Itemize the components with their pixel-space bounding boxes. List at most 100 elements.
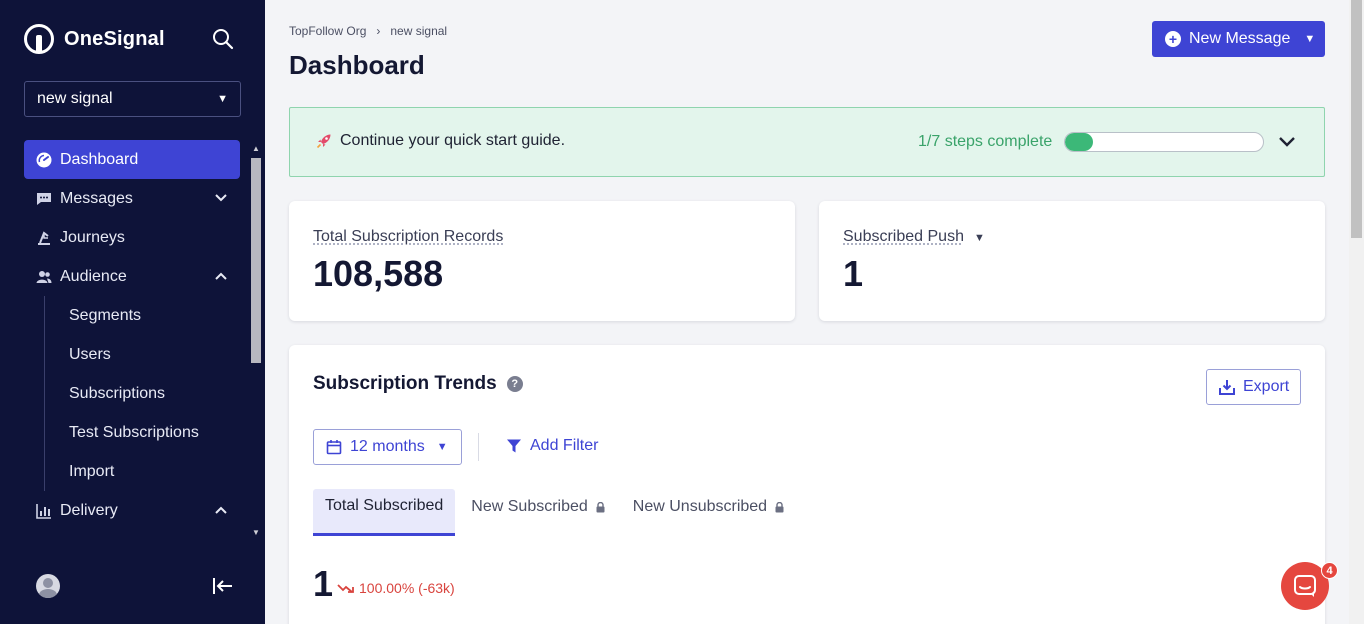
caret-down-icon: ▼	[217, 93, 228, 105]
subscription-trends-title: Subscription Trends	[313, 373, 497, 395]
breadcrumb-org[interactable]: TopFollow Org	[289, 24, 366, 38]
quick-start-label: Continue your quick start guide.	[340, 132, 565, 150]
sidebar-item-label: Subscriptions	[69, 385, 165, 403]
sidebar-item-journeys[interactable]: Journeys	[24, 218, 240, 257]
tab-label: New Unsubscribed	[633, 498, 767, 516]
onesignal-logo[interactable]: OneSignal	[24, 24, 165, 54]
caret-down-icon: ▼	[974, 232, 985, 244]
trend-delta-text: 100.00% (-63k)	[359, 580, 455, 596]
total-subscription-records-value: 108,588	[313, 253, 443, 295]
page-scrollbar[interactable]	[1349, 0, 1364, 624]
total-subscription-records-label[interactable]: Total Subscription Records	[313, 228, 503, 246]
quick-start-banner[interactable]: Continue your quick start guide. 1/7 ste…	[289, 107, 1325, 177]
notification-badge: 4	[1321, 562, 1338, 579]
new-message-label: New Message	[1189, 30, 1290, 48]
caret-down-icon: ▼	[1304, 33, 1315, 45]
sidebar-item-audience[interactable]: Audience	[24, 257, 240, 296]
rocket-icon	[316, 133, 332, 149]
journeys-icon	[36, 230, 52, 246]
add-filter-label: Add Filter	[530, 437, 598, 455]
lock-icon	[775, 502, 784, 513]
subscription-trends-card: Subscription Trends ? Export 12 months ▼…	[289, 345, 1325, 624]
delivery-icon	[36, 503, 52, 519]
sidebar-scrollbar-thumb[interactable]	[251, 158, 261, 363]
scroll-down-arrow-icon[interactable]: ▼	[252, 528, 260, 537]
sidebar-item-delivery[interactable]: Delivery	[24, 491, 240, 530]
scroll-up-arrow-icon[interactable]: ▲	[252, 144, 260, 153]
export-label: Export	[1243, 378, 1289, 396]
date-range-select[interactable]: 12 months ▼	[313, 429, 462, 465]
subscribed-push-label: Subscribed Push	[843, 228, 964, 245]
messages-icon	[36, 191, 52, 207]
sidebar-item-label: Segments	[69, 307, 141, 325]
sidebar: OneSignal new signal ▼ Dashboard Message…	[0, 0, 265, 624]
quick-start-progress-fill	[1065, 133, 1093, 151]
sidebar-item-label: Import	[69, 463, 114, 481]
chat-icon	[1293, 574, 1317, 598]
audience-icon	[36, 269, 52, 285]
sidebar-scrollbar[interactable]: ▲ ▼	[249, 150, 263, 540]
lock-icon	[596, 502, 605, 513]
sidebar-item-users[interactable]: Users	[45, 335, 240, 374]
sidebar-item-label: Dashboard	[60, 151, 138, 169]
quick-start-progress-bar	[1064, 132, 1264, 152]
sidebar-nav: Dashboard Messages Journeys Audience Seg…	[24, 140, 240, 530]
sidebar-item-dashboard[interactable]: Dashboard	[24, 140, 240, 179]
tab-new-subscribed[interactable]: New Subscribed	[459, 489, 617, 525]
help-icon[interactable]: ?	[507, 376, 523, 392]
sidebar-item-test-subscriptions[interactable]: Test Subscriptions	[45, 413, 240, 452]
sidebar-item-label: Audience	[60, 268, 127, 286]
trend-value: 1	[313, 563, 333, 605]
sidebar-item-label: Users	[69, 346, 111, 364]
export-button[interactable]: Export	[1206, 369, 1301, 405]
sidebar-item-label: Messages	[60, 190, 133, 208]
breadcrumb: TopFollow Org › new signal	[289, 24, 447, 38]
download-icon	[1219, 379, 1235, 395]
trend-delta: 100.00% (-63k)	[337, 580, 455, 596]
quick-start-text: Continue your quick start guide.	[316, 132, 565, 150]
trend-down-icon	[337, 582, 355, 594]
plus-circle-icon: +	[1165, 31, 1181, 47]
sidebar-item-subscriptions[interactable]: Subscriptions	[45, 374, 240, 413]
page-title: Dashboard	[289, 50, 425, 81]
add-filter-button[interactable]: Add Filter	[506, 437, 598, 455]
avatar[interactable]	[36, 574, 60, 598]
app-selector[interactable]: new signal ▼	[24, 81, 241, 117]
subscribed-push-selector[interactable]: Subscribed Push ▼	[843, 228, 985, 246]
quick-start-steps: 1/7 steps complete	[918, 133, 1052, 151]
sidebar-item-label: Test Subscriptions	[69, 424, 199, 442]
divider	[478, 433, 479, 461]
collapse-sidebar-icon[interactable]	[212, 576, 234, 596]
search-icon[interactable]	[212, 28, 234, 50]
page-scrollbar-thumb[interactable]	[1351, 0, 1362, 238]
breadcrumb-app[interactable]: new signal	[390, 24, 447, 38]
tab-label: Total Subscribed	[325, 497, 443, 515]
breadcrumb-separator-icon: ›	[376, 24, 380, 38]
sidebar-item-import[interactable]: Import	[45, 452, 240, 491]
tab-new-unsubscribed[interactable]: New Unsubscribed	[621, 489, 796, 525]
audience-submenu: Segments Users Subscriptions Test Subscr…	[44, 296, 240, 491]
chevron-down-icon[interactable]	[214, 191, 228, 205]
chevron-down-icon[interactable]	[1278, 134, 1296, 150]
sidebar-item-messages[interactable]: Messages	[24, 179, 240, 218]
chevron-up-icon[interactable]	[214, 503, 228, 517]
new-message-button[interactable]: + New Message ▼	[1152, 21, 1325, 57]
app-selector-value: new signal	[37, 90, 113, 108]
caret-down-icon: ▼	[437, 441, 448, 453]
tab-total-subscribed[interactable]: Total Subscribed	[313, 489, 455, 536]
subscribed-push-value: 1	[843, 253, 863, 295]
total-subscription-records-card: Total Subscription Records 108,588	[289, 201, 795, 321]
sidebar-item-segments[interactable]: Segments	[45, 296, 240, 335]
sidebar-footer	[0, 560, 265, 624]
date-range-value: 12 months	[350, 438, 425, 456]
subscribed-push-card: Subscribed Push ▼ 1	[819, 201, 1325, 321]
filter-icon	[506, 438, 522, 454]
dashboard-icon	[36, 152, 52, 168]
sidebar-item-label: Journeys	[60, 229, 125, 247]
onesignal-logo-icon	[24, 24, 54, 54]
sidebar-item-label: Delivery	[60, 502, 118, 520]
chevron-up-icon[interactable]	[214, 269, 228, 283]
subscription-trends-heading: Subscription Trends ?	[313, 373, 523, 395]
tab-label: New Subscribed	[471, 498, 588, 516]
trends-tabs: Total Subscribed New Subscribed New Unsu…	[313, 489, 800, 536]
